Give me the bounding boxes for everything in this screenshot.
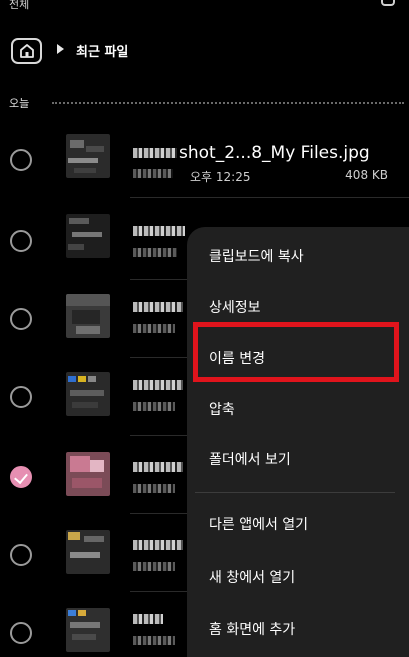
more-options-icon[interactable] bbox=[381, 0, 395, 6]
file-thumbnail bbox=[66, 608, 110, 652]
menu-item-copy-to-clipboard[interactable]: 클립보드에 복사 bbox=[187, 234, 409, 280]
file-thumbnail bbox=[66, 452, 110, 496]
file-meta-blur bbox=[133, 484, 175, 493]
file-thumbnail bbox=[66, 372, 110, 416]
file-meta-blur bbox=[133, 402, 175, 411]
file-meta-blur bbox=[133, 562, 175, 571]
menu-divider bbox=[195, 492, 395, 493]
file-name: shot_2...8_My Files.jpg bbox=[179, 143, 370, 163]
select-checkbox[interactable] bbox=[10, 386, 32, 408]
file-meta-blur bbox=[133, 248, 177, 257]
menu-item-details[interactable]: 상세정보 bbox=[187, 285, 409, 331]
menu-item-compress[interactable]: 압축 bbox=[187, 387, 409, 433]
file-size: 408 KB bbox=[345, 168, 388, 182]
breadcrumb: 최근 파일 bbox=[0, 34, 409, 68]
file-name-blur bbox=[133, 540, 183, 550]
file-thumbnail bbox=[66, 294, 110, 338]
top-bar: 전체 bbox=[0, 0, 409, 20]
menu-item-rename[interactable]: 이름 변경 bbox=[187, 336, 409, 382]
home-icon bbox=[20, 44, 34, 58]
select-checkbox-checked[interactable] bbox=[10, 466, 32, 488]
select-all-label[interactable]: 전체 bbox=[9, 0, 29, 12]
file-meta-blur bbox=[133, 324, 175, 333]
menu-item-add-to-home-screen[interactable]: 홈 화면에 추가 bbox=[187, 607, 409, 653]
file-name-blur bbox=[133, 302, 183, 312]
home-button[interactable] bbox=[11, 38, 42, 64]
breadcrumb-recent-files[interactable]: 최근 파일 bbox=[76, 41, 128, 60]
section-divider bbox=[52, 102, 404, 104]
file-name-blur bbox=[133, 226, 185, 236]
context-menu: 클립보드에 복사 상세정보 이름 변경 압축 폴더에서 보기 다른 앱에서 열기… bbox=[187, 227, 409, 657]
file-thumbnail bbox=[66, 530, 110, 574]
select-checkbox[interactable] bbox=[10, 308, 32, 330]
file-name-blur bbox=[133, 462, 183, 472]
breadcrumb-arrow-icon bbox=[57, 44, 64, 54]
select-checkbox[interactable] bbox=[10, 149, 32, 171]
select-checkbox[interactable] bbox=[10, 230, 32, 252]
file-meta-blur bbox=[133, 169, 173, 178]
row-divider bbox=[130, 197, 409, 198]
file-name-blur bbox=[133, 614, 163, 624]
file-name-blur bbox=[133, 380, 183, 390]
section-header-today: 오늘 bbox=[0, 92, 409, 112]
file-time: 오후 12:25 bbox=[190, 170, 251, 184]
select-checkbox[interactable] bbox=[10, 544, 32, 566]
file-meta-blur bbox=[133, 636, 175, 645]
menu-item-open-in-other-app[interactable]: 다른 앱에서 열기 bbox=[187, 502, 409, 548]
file-thumbnail bbox=[66, 214, 110, 258]
file-name-blur bbox=[133, 148, 177, 158]
menu-item-open-in-new-window[interactable]: 새 창에서 열기 bbox=[187, 555, 409, 601]
my-files-screen: 전체 최근 파일 오늘 shot_2...8_My Files.jpg 오후 1… bbox=[0, 0, 409, 657]
file-thumbnail bbox=[66, 134, 110, 178]
select-checkbox[interactable] bbox=[10, 622, 32, 644]
menu-item-show-in-folder[interactable]: 폴더에서 보기 bbox=[187, 437, 409, 483]
section-label: 오늘 bbox=[9, 97, 30, 110]
